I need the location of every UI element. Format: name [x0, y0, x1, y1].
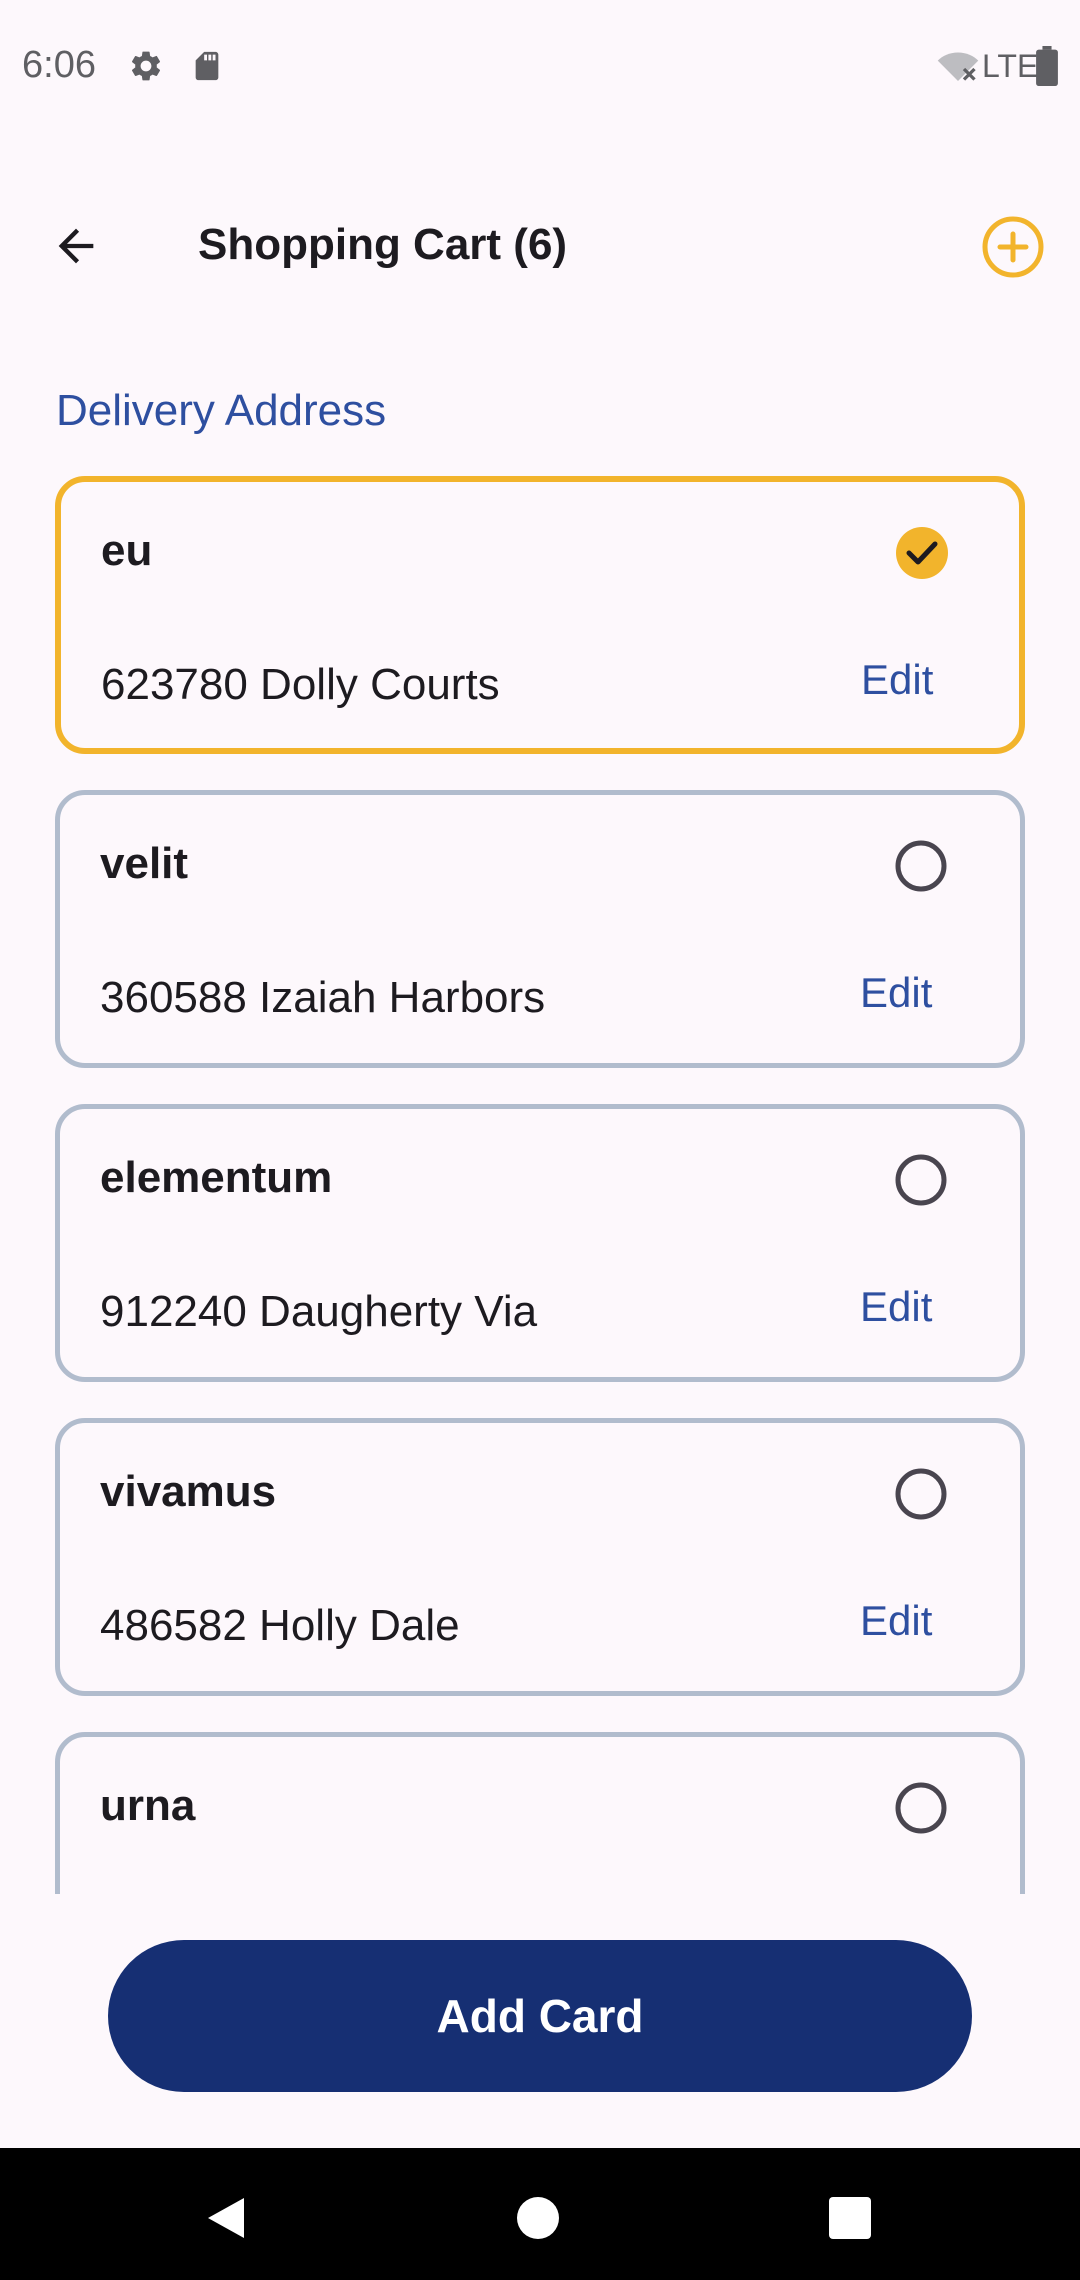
network-label: LTE: [982, 48, 1039, 84]
status-bar: 6:06 LTE: [0, 0, 1080, 135]
delivery-address-heading: Delivery Address: [56, 386, 387, 435]
status-time: 6:06: [22, 44, 96, 86]
navigation-bar: [0, 2148, 1080, 2280]
arrow-left-icon: [58, 228, 94, 264]
address-card[interactable]: vivamus 486582 Holly Dale Edit: [55, 1418, 1025, 1696]
address-name: vivamus: [100, 1467, 277, 1516]
address-list[interactable]: eu 623780 Dolly Courts Edit velit 360588…: [55, 476, 1025, 1894]
address-street: 360588 Izaiah Harbors: [100, 973, 546, 1022]
address-name: velit: [100, 839, 189, 888]
address-card[interactable]: urna: [55, 1732, 1025, 1894]
address-name: elementum: [100, 1153, 333, 1202]
battery-icon: [1036, 46, 1058, 86]
back-button[interactable]: [40, 210, 112, 282]
radio-unselected-icon[interactable]: [894, 1781, 948, 1835]
address-street: 486582 Holly Dale: [100, 1601, 460, 1650]
page-title: Shopping Cart (6): [198, 220, 568, 269]
check-circle-icon[interactable]: [895, 526, 949, 580]
radio-unselected-icon[interactable]: [894, 1153, 948, 1207]
address-name: urna: [100, 1781, 196, 1830]
radio-unselected-icon[interactable]: [894, 839, 948, 893]
address-card[interactable]: elementum 912240 Daugherty Via Edit: [55, 1104, 1025, 1382]
edit-link[interactable]: Edit: [860, 1597, 932, 1645]
address-street: 912240 Daugherty Via: [100, 1287, 538, 1336]
edit-link[interactable]: Edit: [861, 656, 933, 704]
edit-link[interactable]: Edit: [860, 1283, 932, 1331]
nav-recents-icon[interactable]: [828, 2196, 872, 2240]
add-card-button[interactable]: Add Card: [108, 1940, 972, 2092]
nav-home-icon[interactable]: [516, 2196, 560, 2240]
address-card[interactable]: velit 360588 Izaiah Harbors Edit: [55, 790, 1025, 1068]
address-card[interactable]: eu 623780 Dolly Courts Edit: [55, 476, 1025, 754]
address-street: 623780 Dolly Courts: [101, 660, 500, 709]
sd-card-icon: [195, 51, 219, 81]
radio-unselected-icon[interactable]: [894, 1467, 948, 1521]
address-name: eu: [101, 526, 153, 575]
nav-back-icon[interactable]: [202, 2194, 248, 2242]
edit-link[interactable]: Edit: [860, 969, 932, 1017]
add-circle-icon[interactable]: [980, 214, 1046, 280]
gear-icon: [131, 51, 161, 81]
wifi-off-icon: [937, 52, 979, 81]
